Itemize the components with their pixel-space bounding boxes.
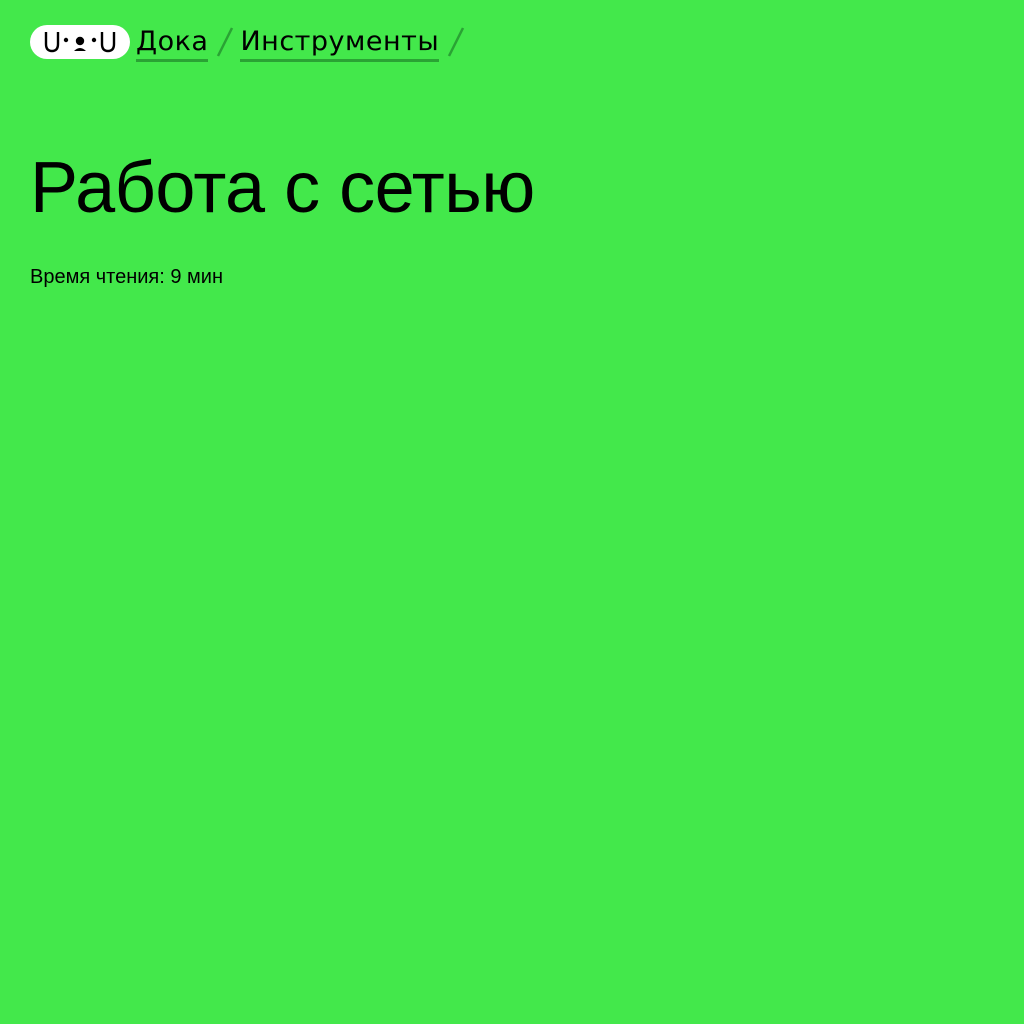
slash-separator-icon [439,24,471,60]
page-title: Работа с сетью [30,148,535,228]
home-logo-link[interactable] [30,25,130,59]
slash-separator-icon [208,24,240,60]
breadcrumb-link-tools[interactable]: Инструменты [240,25,440,62]
page: Дока Инструменты Работа с сетью Время чт… [0,0,1024,1024]
breadcrumb-link-doka[interactable]: Дока [136,25,209,62]
reading-time: Время чтения: 9 мин [30,266,224,288]
breadcrumb: Дока Инструменты [30,22,471,62]
uwu-logo-icon [44,32,116,53]
